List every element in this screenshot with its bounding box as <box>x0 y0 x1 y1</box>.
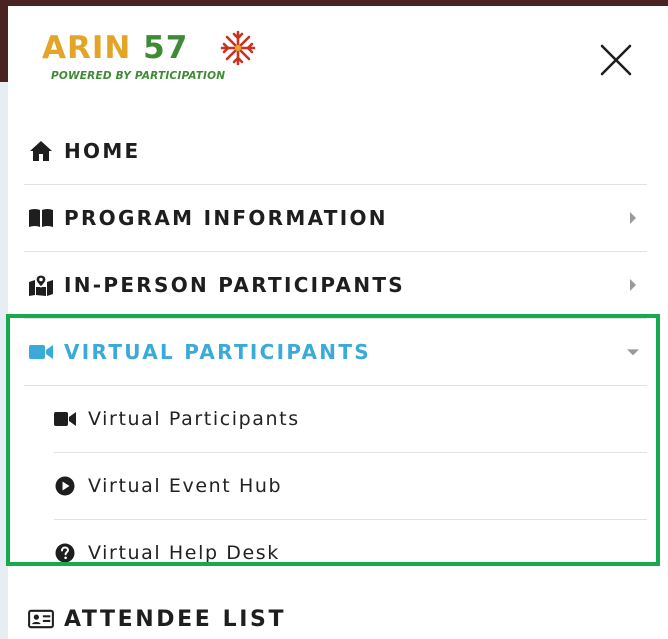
brand-logo[interactable]: ARIN 57 POWERED BY PARTICIPATION <box>42 28 282 94</box>
caret-down-icon <box>627 345 639 359</box>
menu-item-attendee-list[interactable]: ATTENDEE LIST <box>24 586 647 639</box>
menu-item-in-person-participants[interactable]: IN-PERSON PARTICIPANTS <box>24 252 647 319</box>
menu-item-program-information-label: PROGRAM INFORMATION <box>64 206 388 230</box>
caret-right-icon <box>627 278 639 292</box>
menu-item-program-information[interactable]: PROGRAM INFORMATION <box>24 185 647 252</box>
video-camera-icon <box>28 341 54 363</box>
logo-word: ARIN <box>42 30 132 66</box>
id-card-icon <box>28 608 54 630</box>
logo-number: 57 <box>143 30 189 66</box>
menu-item-virtual-participants[interactable]: VIRTUAL PARTICIPANTS <box>24 319 647 386</box>
caret-right-icon <box>627 211 639 225</box>
submenu-item-virtual-participants-label: Virtual Participants <box>88 408 300 430</box>
close-menu-button[interactable] <box>596 40 636 80</box>
submenu-item-virtual-help-desk[interactable]: Virtual Help Desk <box>54 520 647 586</box>
logo-wordmark: ARIN 57 <box>42 28 188 68</box>
video-camera-icon <box>54 409 76 429</box>
logo-snowflake-icon <box>220 30 256 66</box>
main-menu: HOME PROGRAM INFORMATION IN-PERSON PARTI… <box>24 118 647 639</box>
book-open-icon <box>28 207 54 229</box>
close-x-icon <box>600 44 632 76</box>
logo-tagline: POWERED BY PARTICIPATION <box>51 70 226 82</box>
menu-item-attendee-list-label: ATTENDEE LIST <box>64 606 287 632</box>
submenu-item-virtual-help-desk-label: Virtual Help Desk <box>88 542 280 564</box>
menu-item-home-label: HOME <box>64 139 141 163</box>
menu-item-home[interactable]: HOME <box>24 118 647 185</box>
question-circle-icon <box>54 543 76 563</box>
menu-item-in-person-participants-label: IN-PERSON PARTICIPANTS <box>64 273 406 297</box>
page: ARIN 57 POWERED BY PARTICIPATION HOME PR… <box>0 0 668 639</box>
submenu-item-virtual-participants[interactable]: Virtual Participants <box>54 386 647 453</box>
submenu-item-virtual-event-hub-label: Virtual Event Hub <box>88 475 283 497</box>
menu-item-virtual-participants-label: VIRTUAL PARTICIPANTS <box>64 340 371 364</box>
submenu-item-virtual-event-hub[interactable]: Virtual Event Hub <box>54 453 647 520</box>
map-marked-icon <box>28 274 54 296</box>
play-circle-icon <box>54 476 76 496</box>
home-icon <box>28 140 54 162</box>
background-left-strip <box>0 82 8 639</box>
